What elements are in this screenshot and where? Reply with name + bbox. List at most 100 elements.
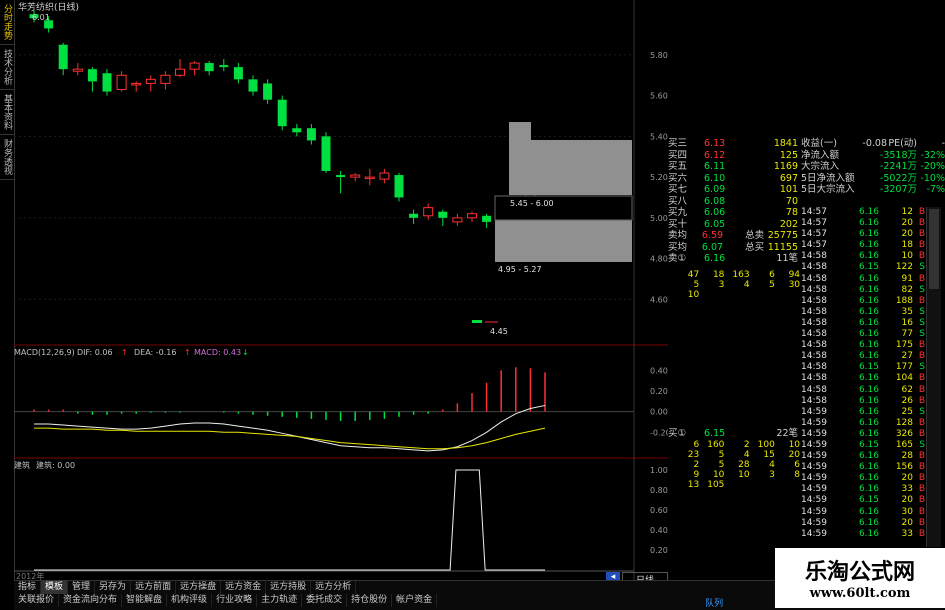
tick-time: 14:58	[801, 284, 827, 295]
toolbar-tab[interactable]: 管理	[68, 581, 96, 594]
toolbar-tab[interactable]: 远方资金	[221, 581, 267, 594]
tick-volume: 326	[895, 428, 913, 439]
stat-label: 净流入额	[801, 149, 840, 161]
tick-side: B	[918, 428, 925, 439]
toolbar-tab[interactable]: 帐户资金	[392, 594, 438, 607]
toolbar-tab[interactable]: 智能解盘	[122, 594, 168, 607]
tick-volume: 33	[901, 528, 913, 539]
tick-price: 6.16	[858, 273, 879, 284]
indicator-label: 建筑	[14, 460, 30, 470]
tick-price: 6.15	[858, 362, 879, 373]
toolbar-tab[interactable]: 远方持股	[266, 581, 312, 594]
tick-side: B	[918, 517, 925, 528]
signal-axis-label: 0.80	[650, 486, 668, 495]
toolbar-tab[interactable]: 委托成交	[302, 594, 348, 607]
chart-area[interactable]: 华芳纺织(日线) 6.01 5.45 - 6.00 4.95 - 5.27 4.…	[14, 0, 668, 580]
candle	[394, 173, 404, 202]
toolbar-tab[interactable]: 远方分析	[311, 581, 357, 594]
queue-cell: 13	[687, 480, 700, 490]
tick-side: B	[918, 484, 925, 495]
tick-side: B	[918, 495, 925, 506]
queue-cell: 4	[743, 450, 750, 460]
queue-cell: 4	[769, 460, 775, 470]
queue-cell: 20	[788, 450, 801, 460]
tick-volume: 175	[895, 340, 913, 351]
tick-row: 14:58 6.15 122 S	[801, 262, 925, 273]
tick-price: 6.15	[858, 439, 879, 450]
tick-scrollbar[interactable]	[926, 207, 941, 547]
candle	[379, 168, 390, 184]
upper-range-label: 5.45 - 6.00	[510, 199, 554, 208]
tick-time: 14:59	[801, 417, 827, 428]
queue-row: 13 105	[676, 480, 802, 490]
macd-down-arrow-icon: ↓	[242, 348, 249, 357]
tick-row: 14:59 6.16 25 S	[801, 407, 925, 418]
toolbar-tab[interactable]: 远方操盘	[176, 581, 222, 594]
tick-time: 14:58	[801, 295, 827, 306]
queue-cell: 105	[707, 480, 725, 490]
tick-row: 14:57 6.16 18 B	[801, 240, 925, 251]
tick-list[interactable]: 14:57 6.16 12 B 14:57 6.16 20 B 14:57 6.16 20 B 14:5…	[801, 207, 925, 540]
tick-volume: 30	[901, 506, 913, 517]
tick-row: 14:59 6.15 20 B	[801, 495, 925, 506]
toolbar-tab[interactable]: 机构评级	[167, 594, 213, 607]
candle	[292, 124, 302, 137]
toolbar-tab[interactable]: 主力轨迹	[257, 594, 303, 607]
order-book: 买三 6.13 1841 买四 6.12 125 买五 6.11 1169 买六 6.10 697 买七…	[668, 138, 801, 265]
tick-time: 14:58	[801, 340, 827, 351]
tab-fundamentals[interactable]: 基本资料	[0, 90, 15, 135]
macd-axis-label: 0.40	[650, 366, 668, 375]
price-axis-label: 5.20	[650, 173, 668, 182]
tick-volume: 12	[901, 207, 913, 217]
tick-time: 14:59	[801, 473, 827, 484]
top-price-label: 6.01	[32, 13, 50, 22]
toolbar-tab[interactable]: 另存为	[95, 581, 132, 594]
queue-cell: 28	[738, 460, 750, 470]
tab-finance[interactable]: 财务透视	[0, 135, 15, 180]
toolbar-tab[interactable]: 持仓股份	[347, 594, 393, 607]
toolbar-tab[interactable]: 资金流向分布	[59, 594, 123, 607]
brand-url: www.60lt.com	[809, 586, 911, 601]
order-level-label: 买五	[668, 161, 688, 172]
candlestick-chart	[29, 10, 536, 239]
buy-avg-row: 买均 6.07 总买 11155	[668, 241, 798, 253]
tick-side: S	[919, 362, 925, 373]
order-level-price: 6.08	[704, 195, 726, 207]
queue-row: 5 3 4 5 30	[676, 280, 802, 290]
tick-volume: 156	[895, 462, 913, 473]
toolbar-tab[interactable]: 模板	[41, 581, 69, 594]
toolbar-tab[interactable]: 远方前面	[131, 581, 177, 594]
tick-time: 14:59	[801, 439, 827, 450]
stats-panel: 收益(一) -0.08 PE(动) - 净流入额 -3518万 -32% 大宗流入 -2241万…	[801, 138, 945, 196]
candle	[263, 79, 273, 104]
tick-row: 14:58 6.16 62 B	[801, 385, 925, 396]
tab-intraday[interactable]: 分时走势	[0, 0, 15, 45]
toolbar-tab[interactable]: 指标	[14, 581, 42, 594]
tab-technical[interactable]: 技术分析	[0, 45, 15, 90]
stat-row: 5日净流入额 -5022万 -10%	[801, 173, 945, 185]
order-level-volume: 202	[779, 218, 798, 230]
order-level-price: 6.13	[704, 138, 726, 149]
tick-volume: 62	[901, 384, 913, 395]
scrollbar-thumb[interactable]	[929, 209, 939, 289]
order-level-volume: 70	[785, 195, 798, 207]
toolbar-tab[interactable]: 关联报价	[14, 594, 60, 607]
tick-volume: 20	[901, 229, 913, 240]
tick-row: 14:58 6.16 35 S	[801, 307, 925, 318]
stat-value: -0.08	[862, 138, 887, 149]
tick-time: 14:59	[801, 462, 827, 473]
sell-queue-grid: 47 18 163 6 94 5 3 4 5 30 10	[676, 270, 802, 300]
tab-queue[interactable]: 队列	[668, 596, 760, 609]
lower-range-label: 4.95 - 5.27	[498, 265, 542, 274]
queue-row: 47 18 163 6 94	[676, 270, 802, 280]
tick-volume: 122	[895, 262, 913, 273]
queue-cell: 9	[693, 470, 700, 480]
stock-title: 华芳纺织(日线)	[18, 1, 79, 13]
candle	[189, 61, 200, 76]
tick-row: 14:59 6.16 326 B	[801, 429, 925, 440]
dea-up-arrow-icon: ↑	[184, 348, 191, 357]
toolbar-tab[interactable]: 行业攻略	[212, 594, 258, 607]
order-level-price: 6.10	[704, 172, 726, 184]
tick-side: B	[918, 229, 925, 240]
stat-pct: -7%	[926, 184, 945, 195]
